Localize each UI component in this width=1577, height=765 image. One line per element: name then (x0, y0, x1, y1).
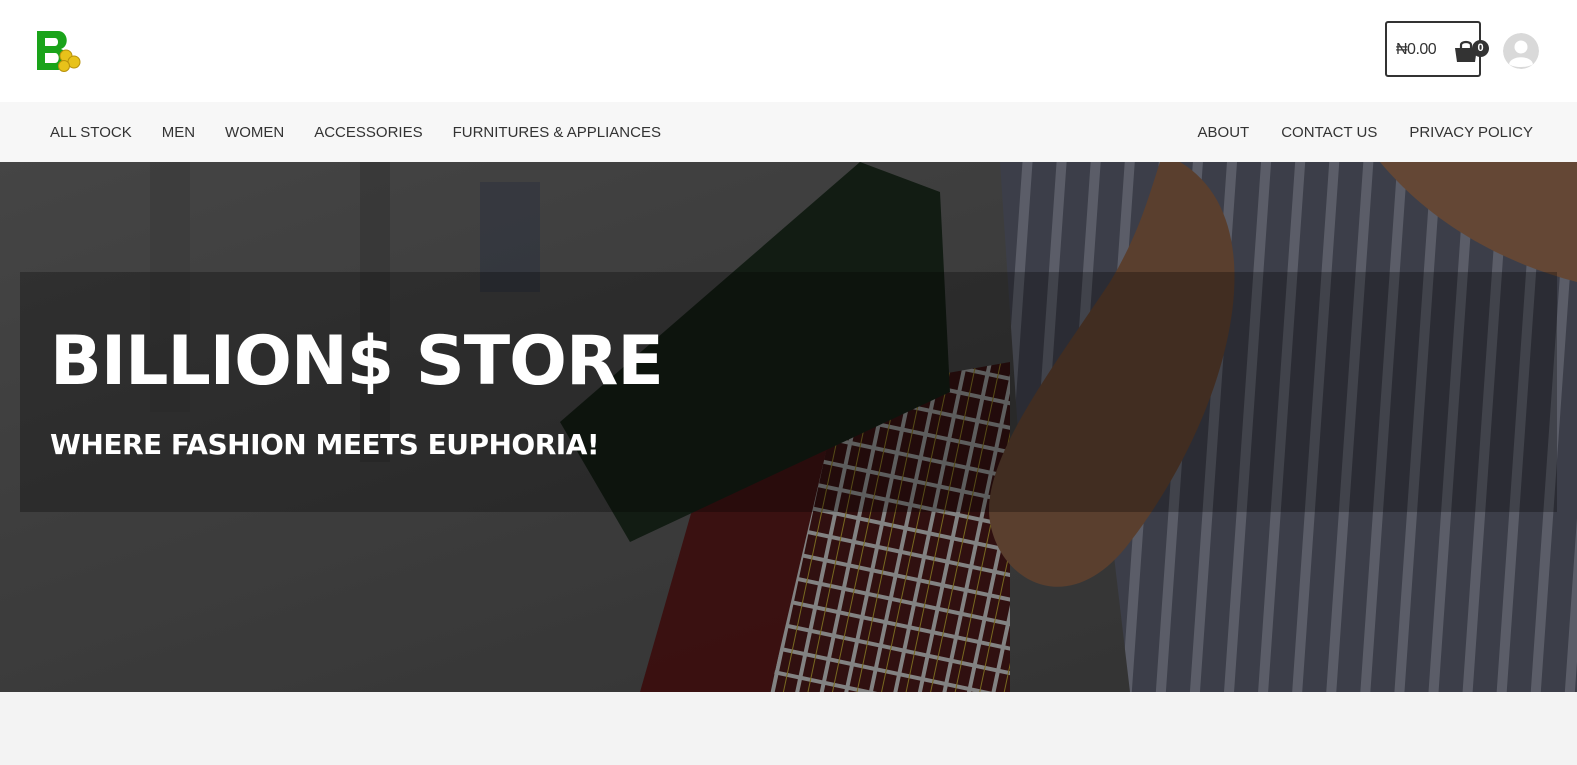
store-logo[interactable] (34, 28, 84, 74)
category-menu: ALL STOCK MEN WOMEN ACCESSORIES FURNITUR… (50, 102, 691, 162)
nav-item-furnitures-appliances[interactable]: FURNITURES & APPLIANCES (453, 124, 661, 141)
nav-item-women[interactable]: WOMEN (225, 124, 284, 141)
nav-item-accessories[interactable]: ACCESSORIES (314, 124, 422, 141)
nav-item-contact-us[interactable]: CONTACT US (1281, 124, 1377, 141)
hero-banner: BILLION$ STORE WHERE FASHION MEETS EUPHO… (0, 162, 1577, 692)
content-area (0, 692, 1577, 765)
nav-item-all-stock[interactable]: ALL STOCK (50, 124, 132, 141)
nav-item-privacy-policy[interactable]: PRIVACY POLICY (1409, 124, 1533, 141)
cart-button[interactable]: ₦0.00 0 (1385, 21, 1489, 77)
hero-title: BILLION$ STORE (50, 322, 664, 401)
cart-total: ₦0.00 (1396, 41, 1437, 58)
site-header: ₦0.00 0 (0, 0, 1577, 102)
info-menu: ABOUT CONTACT US PRIVACY POLICY (1166, 102, 1533, 162)
nav-item-about[interactable]: ABOUT (1198, 124, 1250, 141)
hero-subtitle: WHERE FASHION MEETS EUPHORIA! (50, 428, 600, 461)
nav-item-men[interactable]: MEN (162, 124, 195, 141)
cart-count-badge: 0 (1472, 40, 1489, 57)
user-avatar-icon[interactable] (1503, 33, 1539, 69)
main-navigation: ALL STOCK MEN WOMEN ACCESSORIES FURNITUR… (0, 102, 1577, 162)
